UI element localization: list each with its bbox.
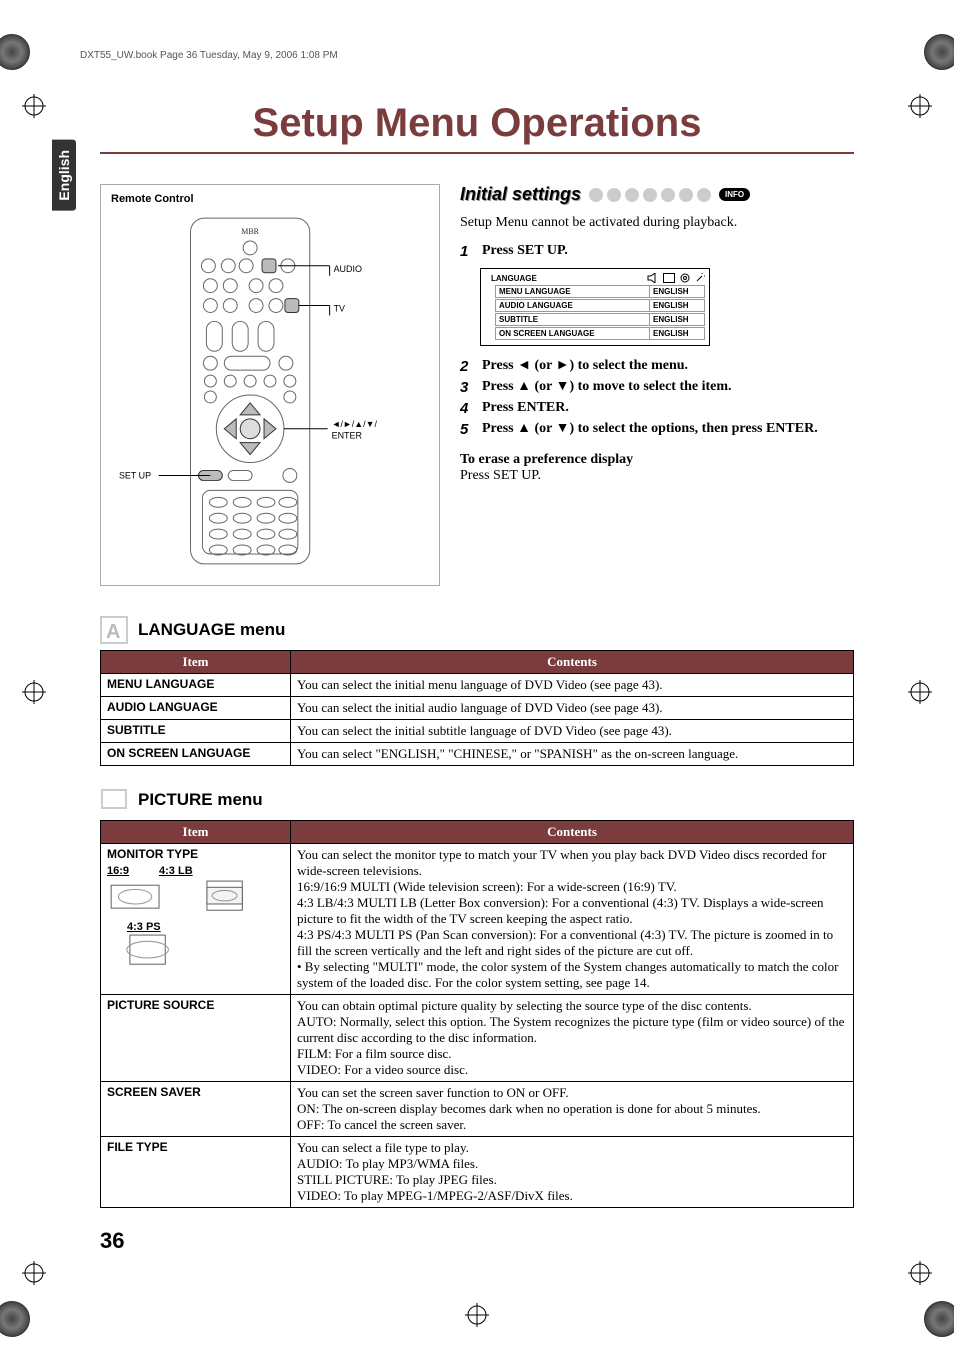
gear-icon — [679, 273, 691, 283]
picture-icon — [100, 786, 128, 814]
step-text: Press ▲ (or ▼) to select the options, th… — [482, 421, 818, 438]
initial-settings-heading: Initial settings — [460, 184, 581, 205]
step-text: Press ◄ (or ►) to select the menu. — [482, 358, 688, 375]
erase-body: Press SET UP. — [460, 468, 854, 484]
language-side-tab: English — [52, 140, 76, 211]
aspect-4-3-lb: 4:3 LB — [159, 865, 193, 877]
print-registration-disc-bl — [0, 1301, 30, 1337]
menu-row-value: ENGLISH — [650, 327, 705, 340]
step-text: Press ▲ (or ▼) to move to select the ite… — [482, 379, 732, 396]
setup-label: SET UP — [119, 470, 151, 480]
remote-control-panel: Remote Control MBR — [100, 184, 440, 586]
aspect-diagram-row1 — [107, 879, 284, 914]
step-number: 5 — [460, 421, 474, 438]
aspect-diagram-row2 — [107, 933, 284, 970]
initial-intro: Setup Menu cannot be activated during pl… — [460, 215, 854, 231]
menu-row-label: MENU LANGUAGE — [495, 285, 650, 298]
col-contents: Contents — [291, 821, 854, 844]
step-text: Press SET UP. — [482, 243, 568, 260]
picture-menu-heading: PICTURE menu — [138, 790, 263, 810]
menu-row-label: AUDIO LANGUAGE — [495, 299, 650, 312]
menu-row-value: ENGLISH — [650, 299, 705, 312]
print-registration-disc-tr — [924, 34, 954, 70]
speaker-icon — [647, 273, 659, 283]
arrows-label: ◄/►/▲/▼/ — [332, 419, 378, 429]
crosshair-icon-bl — [22, 1261, 46, 1285]
step-number: 4 — [460, 400, 474, 417]
table-row: ON SCREEN LANGUAGEYou can select "ENGLIS… — [101, 743, 854, 766]
table-row: SCREEN SAVERYou can set the screen saver… — [101, 1082, 854, 1137]
menu-row-value: ENGLISH — [650, 313, 705, 326]
wrench-icon — [695, 273, 705, 283]
monitor-type-contents: You can select the monitor type to match… — [291, 844, 854, 995]
menu-row-label: ON SCREEN LANGUAGE — [495, 327, 650, 340]
picture-menu-table: Item Contents MONITOR TYPE 16:9 4:3 LB — [100, 820, 854, 1208]
language-menu-table: Item Contents MENU LANGUAGEYou can selec… — [100, 650, 854, 766]
monitor-type-label: MONITOR TYPE — [107, 847, 284, 861]
col-item: Item — [101, 651, 291, 674]
svg-text:MBR: MBR — [241, 227, 259, 236]
language-icon: A — [100, 616, 128, 644]
menu-row-value: ENGLISH — [650, 285, 705, 298]
table-row: AUDIO LANGUAGEYou can select the initial… — [101, 697, 854, 720]
enter-label: ENTER — [332, 431, 363, 441]
step-number: 2 — [460, 358, 474, 375]
table-row: FILE TYPEYou can select a file type to p… — [101, 1137, 854, 1208]
table-row: MENU LANGUAGEYou can select the initial … — [101, 674, 854, 697]
aspect-16-9: 16:9 — [107, 865, 129, 877]
table-row: PICTURE SOURCEYou can obtain optimal pic… — [101, 995, 854, 1082]
col-contents: Contents — [291, 651, 854, 674]
table-row: MONITOR TYPE 16:9 4:3 LB 4:3 PS — [101, 844, 854, 995]
print-registration-disc-tl — [0, 34, 30, 70]
menu-tab-language: LANGUAGE — [491, 274, 537, 283]
erase-heading: To erase a preference display — [460, 452, 854, 468]
step-text: Press ENTER. — [482, 400, 569, 417]
table-row: SUBTITLEYou can select the initial subti… — [101, 720, 854, 743]
menu-row-label: SUBTITLE — [495, 313, 650, 326]
aspect-4-3-ps: 4:3 PS — [127, 921, 284, 933]
decorative-dots — [589, 188, 711, 202]
step-number: 3 — [460, 379, 474, 396]
page-number: 36 — [100, 1228, 874, 1254]
info-badge: INFO — [719, 188, 750, 201]
crosshair-icon-tl — [22, 94, 46, 118]
setup-menu-preview: LANGUAGE MENU LANGUAGEENGLISH AUDIO LANG… — [480, 268, 710, 346]
tv-label: TV — [334, 304, 345, 314]
remote-diagram: MBR — [111, 211, 429, 571]
print-header: DXT55_UW.book Page 36 Tuesday, May 9, 20… — [80, 50, 874, 61]
crosshair-icon-tr — [908, 94, 932, 118]
step-number: 1 — [460, 243, 474, 260]
language-menu-heading: LANGUAGE menu — [138, 620, 285, 640]
crosshair-icon-bottom-center — [465, 1303, 489, 1327]
print-registration-disc-br — [924, 1301, 954, 1337]
svg-text:A: A — [106, 621, 120, 643]
page-title: Setup Menu Operations — [100, 101, 854, 154]
remote-title: Remote Control — [111, 193, 429, 205]
audio-label: AUDIO — [334, 264, 362, 274]
crosshair-icon-br — [908, 1261, 932, 1285]
col-item: Item — [101, 821, 291, 844]
crosshair-icon-mid-right — [908, 680, 932, 704]
video-icon — [663, 273, 675, 283]
crosshair-icon-mid-left — [22, 680, 46, 704]
